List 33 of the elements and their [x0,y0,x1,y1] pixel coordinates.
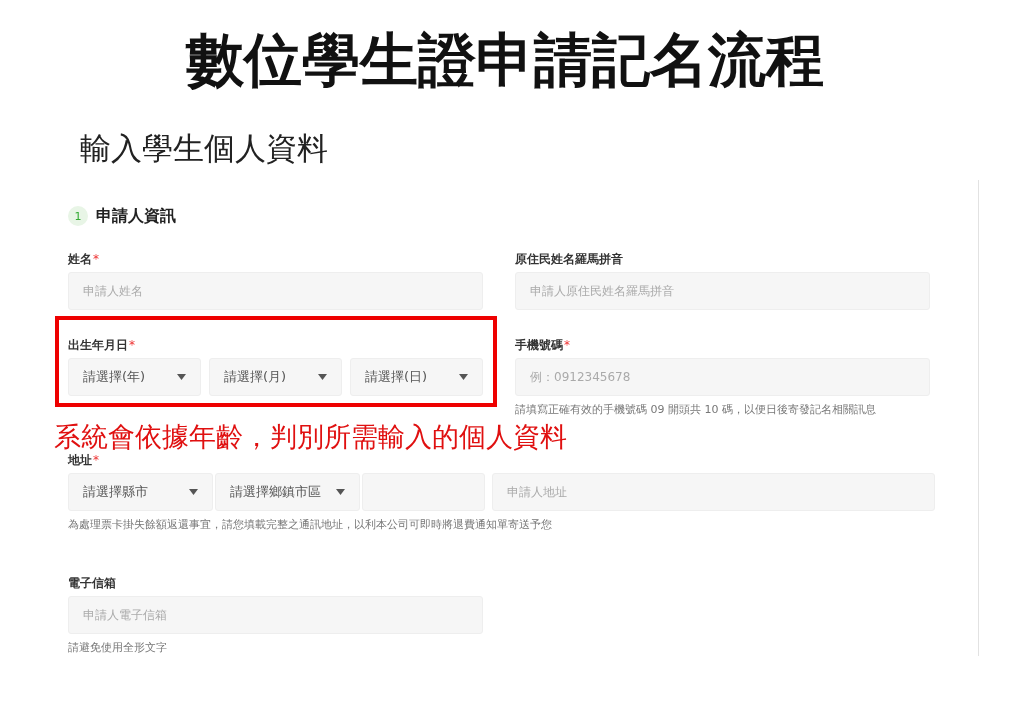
field-label: 手機號碼 [515,336,563,354]
dropdown[interactable]: 請選擇(日) [350,358,483,396]
section-title: 申請人資訊 [96,205,176,227]
dropdown[interactable]: 請選擇(年) [68,358,201,396]
slide-subtitle: 輸入學生個人資料 [80,129,328,168]
text-field[interactable]: 例：0912345678 [515,358,930,396]
address-field[interactable]: 申請人地址 [492,473,935,511]
required-mark: * [129,338,135,352]
dropdown[interactable]: 請選擇(月) [209,358,342,396]
field-label: 地址 [68,451,92,469]
text-field[interactable]: 申請人姓名 [68,272,483,310]
caret-icon [189,489,198,495]
caret-icon [318,374,327,380]
required-mark: * [93,252,99,266]
field-label: 電子信箱 [68,574,116,592]
slide-title: 數位學生證申請記名流程 [186,25,824,96]
caret-icon [459,374,468,380]
field-label: 原住民姓名羅馬拼音 [515,250,623,268]
caret-icon [336,489,345,495]
required-mark: * [564,338,570,352]
hint-text: 請避免使用全形文字 [68,640,168,655]
text-field[interactable]: 申請人電子信箱 [68,596,483,634]
required-mark: * [93,453,99,467]
field-label: 姓名 [68,250,92,268]
dropdown[interactable]: 請選擇鄉鎮市區 [215,473,360,511]
dropdown[interactable]: 請選擇縣市 [68,473,213,511]
annotation-text: 系統會依據年齡，判別所需輸入的個人資料 [54,421,567,453]
hint-text: 請填寫正確有效的手機號碼 09 開頭共 10 碼，以便日後寄發記名相關訊息 [515,402,877,417]
step-number: 1 [68,206,88,226]
text-field[interactable]: 申請人原住民姓名羅馬拼音 [515,272,930,310]
hint-text: 為處理票卡掛失餘額返還事宜，請您填載完整之通訊地址，以利本公司可即時將退費通知單寄送予您 [68,517,553,532]
field-label: 出生年月日 [68,336,128,354]
caret-icon [177,374,186,380]
